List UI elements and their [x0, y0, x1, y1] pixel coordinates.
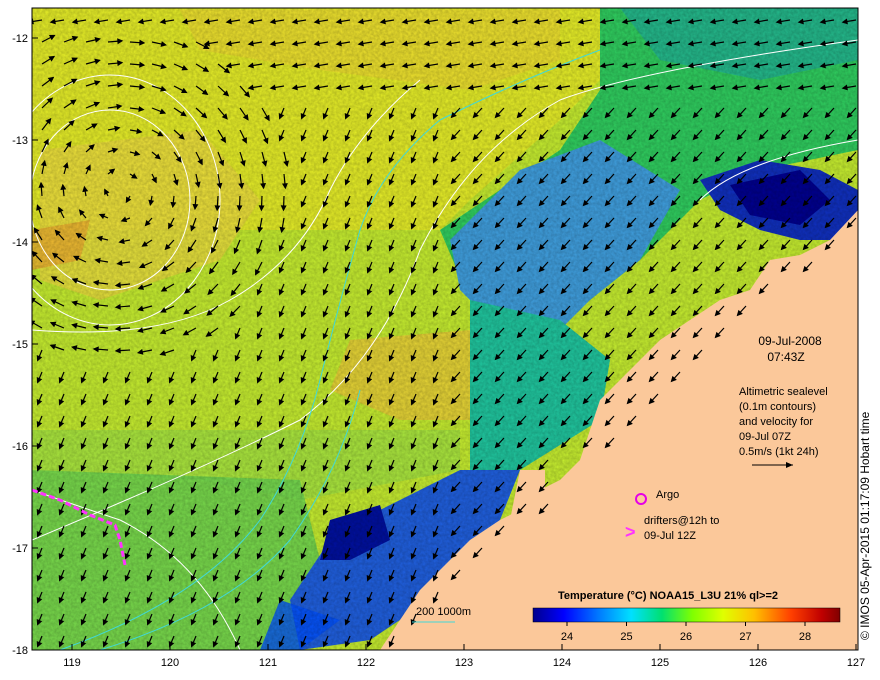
colorbar-title: Temperature (°C) NOAA15_L3U 21% ql>=2 — [558, 590, 778, 602]
depth-label: 200 1000m — [416, 606, 471, 618]
drifter-line-2: 09-Jul 12Z — [644, 530, 696, 542]
lat-tick-label: -13 — [12, 135, 28, 147]
lat-tick-label: -18 — [12, 645, 28, 657]
lat-tick-label: -14 — [12, 237, 28, 249]
colorbar-tick-label: 24 — [561, 631, 573, 643]
lon-tick-label: 125 — [651, 657, 669, 669]
lon-tick-label: 121 — [259, 657, 277, 669]
altimetry-line-2: (0.1m contours) — [739, 401, 816, 413]
sst-field — [32, 8, 858, 650]
lon-tick-label: 119 — [63, 657, 81, 669]
lon-tick-label: 120 — [161, 657, 179, 669]
colorbar-tick-label: 28 — [799, 631, 811, 643]
sst-map: 119 120 121 122 123 124 125 126 127 -12 -13 -14 -15… — [12, 7, 865, 669]
drifter-symbol: > — [625, 522, 636, 542]
credit-text: © IMOS 05-Apr-2015 01:17:09 Hobart time — [858, 411, 872, 640]
lon-tick-label: 127 — [847, 657, 865, 669]
colorbar-tick-label: 26 — [680, 631, 692, 643]
lon-tick-label: 126 — [749, 657, 767, 669]
map-time: 07:43Z — [767, 350, 804, 364]
colorbar-tick-label: 27 — [739, 631, 751, 643]
altimetry-line-5: 0.5m/s (1kt 24h) — [739, 446, 818, 458]
lon-tick-label: 124 — [553, 657, 571, 669]
lat-tick-label: -16 — [12, 441, 28, 453]
lon-tick-label: 122 — [357, 657, 375, 669]
map-date: 09-Jul-2008 — [758, 334, 822, 348]
lat-tick-label: -12 — [12, 33, 28, 45]
drifter-line-1: drifters@12h to — [644, 515, 719, 527]
lon-tick-label: 123 — [455, 657, 473, 669]
argo-label: Argo — [656, 489, 679, 501]
altimetry-line-4: 09-Jul 07Z — [739, 431, 791, 443]
colorbar-tick-label: 25 — [620, 631, 632, 643]
lat-tick-label: -17 — [12, 543, 28, 555]
velocity-arrow-head — [32, 18, 34, 25]
colorbar — [532, 607, 841, 623]
altimetry-line-1: Altimetric sealevel — [739, 386, 828, 398]
lat-tick-label: -15 — [12, 339, 28, 351]
altimetry-line-3: and velocity for — [739, 416, 813, 428]
